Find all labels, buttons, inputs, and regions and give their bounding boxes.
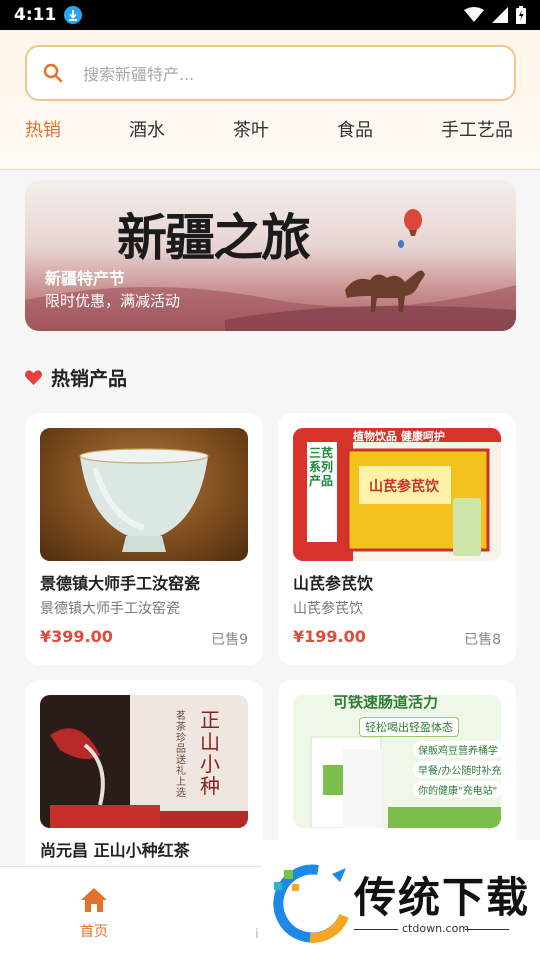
watermark-emblem-icon	[273, 864, 349, 944]
product-image-fiber-drink: 可铁速肠道活力 轻松喝出轻盈体态 保販鸡豆营养桶学 早餐/办公随时补充 你的健康…	[293, 695, 501, 828]
promo-banner[interactable]: 新疆之旅 新疆特产节 限时优惠，满减活动	[25, 180, 516, 331]
download-notification-icon	[64, 6, 83, 24]
watermark-divider-right	[465, 929, 509, 930]
wifi-icon	[464, 7, 484, 22]
box-top-label: 植物饮品 健康呵护	[353, 430, 445, 443]
category-tabs: 热销 酒水 茶叶 食品 手工艺品	[0, 116, 540, 148]
product-image-black-tea: 正山小种 茗茶珍品 送礼上选	[40, 695, 248, 828]
fiber-line-3: 你的健康"充电站"	[413, 781, 501, 798]
battery-icon	[516, 6, 526, 24]
product-image-herbal-drink: 植物饮品 健康呵护 三芪系列产品 山芪参芪饮	[293, 428, 501, 561]
search-icon	[43, 63, 63, 83]
signal-icon	[492, 7, 508, 23]
search-input[interactable]: 搜索新疆特产...	[25, 45, 516, 101]
tab-hot[interactable]: 热销	[25, 116, 61, 142]
nav-home[interactable]: 首页	[66, 887, 122, 941]
product-card[interactable]: 正山小种 茗茶珍品 送礼上选 尚元昌 正山小种红茶	[25, 680, 263, 880]
product-desc: 山芪参芪饮	[293, 601, 363, 617]
home-icon	[81, 888, 107, 912]
product-name: 山芪参芪饮	[293, 574, 374, 593]
tab-food[interactable]: 食品	[337, 116, 373, 142]
banner-calligraphy: 新疆之旅	[117, 208, 311, 267]
nav-home-label: 首页	[80, 924, 108, 940]
heart-icon	[25, 370, 42, 385]
banner-subtitle: 限时优惠，满减活动	[45, 292, 181, 310]
box-main-label: 山芪参芪饮	[369, 479, 439, 495]
product-sold-count: 已售8	[464, 632, 501, 648]
tab-tea[interactable]: 茶叶	[233, 116, 269, 142]
banner-title: 新疆特产节	[45, 269, 126, 288]
product-image-porcelain	[40, 428, 248, 561]
tab-handicrafts[interactable]: 手工艺品	[441, 116, 513, 142]
product-card[interactable]: 景德镇大师手工汝窑瓷 景德镇大师手工汝窑瓷 ¥399.00 已售9	[25, 413, 263, 665]
section-title: 热销产品	[51, 368, 128, 390]
watermark-divider-left	[354, 929, 398, 930]
product-desc: 景德镇大师手工汝窑瓷	[40, 601, 180, 617]
header: 搜索新疆特产... 热销 酒水 茶叶 食品 手工艺品	[0, 30, 540, 170]
product-sold-count: 已售9	[211, 632, 248, 648]
product-price: ¥399.00	[40, 627, 113, 646]
fiber-line-1: 保販鸡豆营养桶学	[413, 741, 501, 758]
status-time: 4:11	[14, 5, 57, 25]
fiber-headline: 可铁速肠道活力	[333, 695, 439, 711]
search-placeholder: 搜索新疆特产...	[83, 65, 195, 84]
nav-faded-label: i	[255, 927, 259, 942]
tea-vertical-sub: 茗茶珍品 送礼上选	[176, 711, 186, 799]
watermark-url: ctdown.com	[402, 922, 470, 935]
product-price: ¥199.00	[293, 627, 366, 646]
fiber-line-2: 早餐/办公随时补充	[413, 761, 501, 778]
product-card[interactable]: 植物饮品 健康呵护 三芪系列产品 山芪参芪饮 山芪参芪饮 山芪参芪饮 ¥199.…	[278, 413, 516, 665]
tea-vertical-title: 正山小种	[200, 708, 220, 798]
product-name: 尚元昌 正山小种红茶	[40, 841, 190, 860]
hot-products-heading: 热销产品	[25, 364, 127, 391]
box-side-label: 三芪系列产品	[309, 446, 334, 488]
watermark-logo: 传统下载 ctdown.com	[262, 840, 540, 960]
tab-drinks[interactable]: 酒水	[129, 116, 165, 142]
fiber-tag: 轻松喝出轻盈体态	[359, 717, 459, 737]
product-name: 景德镇大师手工汝窑瓷	[40, 574, 201, 593]
status-bar: 4:11	[0, 0, 540, 30]
watermark-brand: 传统下载	[354, 873, 531, 922]
